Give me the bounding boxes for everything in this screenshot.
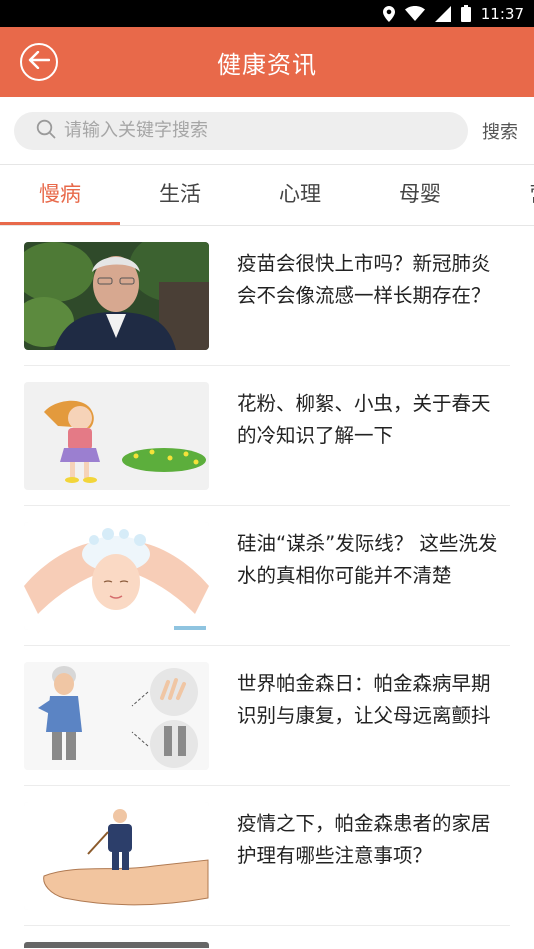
news-item[interactable]: 疫苗会很快上市吗？新冠肺炎会不会像流感一样长期存在？ [24, 226, 510, 366]
news-item-partial[interactable] [24, 926, 510, 949]
search-input[interactable] [64, 120, 468, 141]
tab-maternal-infant[interactable]: 母婴 [360, 165, 480, 225]
news-item[interactable]: 世界帕金森日：帕金森病早期识别与康复，让父母远离颤抖 [24, 646, 510, 786]
app-header: 健康资讯 [0, 27, 534, 97]
battery-icon [460, 5, 471, 22]
news-thumbnail [24, 942, 209, 948]
signal-icon [434, 5, 451, 22]
page-title: 健康资讯 [217, 50, 317, 79]
news-item[interactable]: 疫情之下，帕金森患者的家居护理有哪些注意事项？ [24, 786, 510, 926]
search-bar: 搜索 [0, 97, 534, 165]
status-bar: 11:37 [0, 0, 534, 27]
news-thumbnail [24, 522, 209, 630]
news-item[interactable]: 硅油“谋杀”发际线？ 这些洗发水的真相你可能并不清楚 [24, 506, 510, 646]
news-title: 花粉、柳絮、小虫，关于春天的冷知识了解一下 [237, 392, 491, 447]
search-icon [36, 119, 56, 143]
tab-psychology[interactable]: 心理 [240, 165, 360, 225]
news-title: 硅油“谋杀”发际线？ 这些洗发水的真相你可能并不清楚 [237, 532, 498, 587]
news-title: 疫苗会很快上市吗？新冠肺炎会不会像流感一样长期存在？ [237, 252, 491, 307]
tab-life[interactable]: 生活 [120, 165, 240, 225]
news-thumbnail [24, 242, 209, 350]
wifi-icon [404, 6, 425, 21]
location-icon [382, 5, 395, 22]
back-arrow-icon [28, 50, 51, 73]
category-tabs: 慢病 生活 心理 母婴 营 [0, 165, 534, 226]
back-button[interactable] [20, 43, 58, 81]
news-thumbnail [24, 382, 209, 490]
search-box[interactable] [14, 111, 468, 150]
news-title: 世界帕金森日：帕金森病早期识别与康复，让父母远离颤抖 [237, 672, 491, 727]
tab-chronic-disease[interactable]: 慢病 [0, 165, 120, 225]
search-button[interactable]: 搜索 [482, 118, 520, 144]
status-time: 11:37 [480, 4, 524, 23]
news-list: 疫苗会很快上市吗？新冠肺炎会不会像流感一样长期存在？ 花粉、柳絮、小虫，关于春天… [0, 226, 534, 949]
tab-nutrition[interactable]: 营 [480, 165, 534, 225]
news-thumbnail [24, 662, 209, 770]
news-title: 疫情之下，帕金森患者的家居护理有哪些注意事项？ [237, 812, 491, 867]
news-item[interactable]: 花粉、柳絮、小虫，关于春天的冷知识了解一下 [24, 366, 510, 506]
news-thumbnail [24, 802, 209, 910]
